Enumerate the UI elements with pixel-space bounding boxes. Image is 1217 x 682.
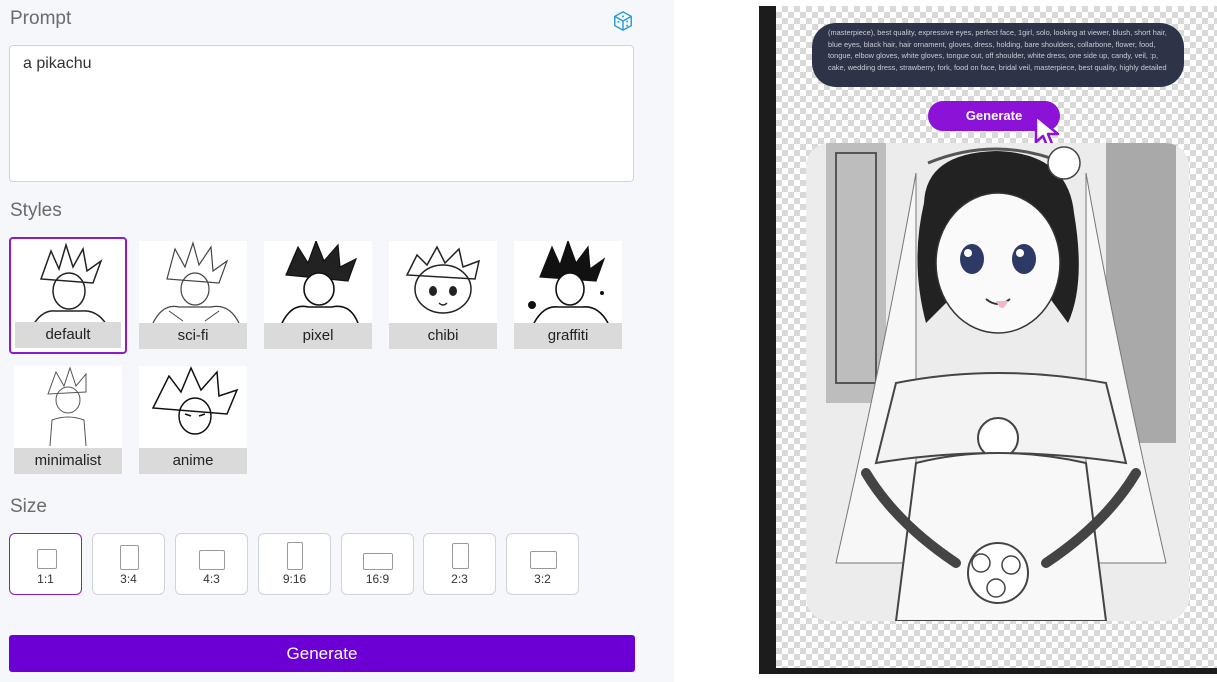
dice-icon[interactable] <box>612 10 634 32</box>
style-label: anime <box>139 448 247 474</box>
size-label: Size <box>10 496 47 517</box>
prompt-textarea[interactable]: a pikachu <box>9 45 634 182</box>
size-option-label: 1:1 <box>37 572 54 586</box>
pixel-style-thumbnail-icon <box>281 241 359 323</box>
landscape-ratio-icon <box>199 550 225 570</box>
size-option-2-3[interactable]: 2:3 <box>423 533 496 595</box>
graffiti-style-thumbnail-icon <box>528 241 609 323</box>
portrait-ratio-icon <box>120 545 139 570</box>
style-label: pixel <box>264 323 372 349</box>
portrait-ratio-icon <box>452 543 469 569</box>
wide-landscape-ratio-icon <box>363 553 393 570</box>
settings-panel: Prompt a pikachu Styles default sci-fi p… <box>0 0 649 612</box>
style-card-graffiti[interactable]: graffiti <box>514 241 622 349</box>
style-label: minimalist <box>14 448 122 474</box>
size-option-3-4[interactable]: 3:4 <box>92 533 165 595</box>
size-option-label: 16:9 <box>365 572 390 586</box>
bride-illustration-icon <box>806 143 1189 621</box>
generate-button[interactable]: Generate <box>9 635 635 672</box>
size-option-1-1[interactable]: 1:1 <box>9 533 82 595</box>
style-label: sci-fi <box>139 323 247 349</box>
square-ratio-icon <box>37 549 57 569</box>
style-card-minimalist[interactable]: minimalist <box>14 366 122 474</box>
sci-fi-style-thumbnail-icon <box>152 241 240 323</box>
preview-prompt-text: (masterpiece), best quality, expressive … <box>812 23 1184 87</box>
size-option-label: 2:3 <box>451 572 468 586</box>
style-card-chibi[interactable]: chibi <box>389 241 497 349</box>
style-card-sci-fi[interactable]: sci-fi <box>139 241 247 349</box>
default-style-thumbnail-icon <box>30 242 110 329</box>
size-option-4-3[interactable]: 4:3 <box>175 533 248 595</box>
style-card-pixel[interactable]: pixel <box>264 241 372 349</box>
size-option-label: 3:4 <box>120 572 137 586</box>
size-option-3-2[interactable]: 3:2 <box>506 533 579 595</box>
style-label: default <box>15 322 121 348</box>
minimalist-style-thumbnail-icon <box>47 366 87 447</box>
chibi-style-thumbnail-icon <box>405 245 481 314</box>
style-label: chibi <box>389 323 497 349</box>
anime-style-thumbnail-icon <box>151 366 239 435</box>
size-option-16-9[interactable]: 16:9 <box>341 533 414 595</box>
style-card-default[interactable]: default <box>9 237 127 354</box>
style-label: graffiti <box>514 323 622 349</box>
style-card-anime[interactable]: anime <box>139 366 247 474</box>
styles-label: Styles <box>10 200 62 221</box>
size-option-label: 3:2 <box>534 572 551 586</box>
tall-portrait-ratio-icon <box>287 542 303 570</box>
size-option-label: 4:3 <box>203 572 220 586</box>
landscape-ratio-icon <box>530 551 557 569</box>
size-option-9-16[interactable]: 9:16 <box>258 533 331 595</box>
size-option-label: 9:16 <box>282 572 307 586</box>
prompt-label: Prompt <box>10 8 72 29</box>
generated-image <box>806 143 1189 621</box>
